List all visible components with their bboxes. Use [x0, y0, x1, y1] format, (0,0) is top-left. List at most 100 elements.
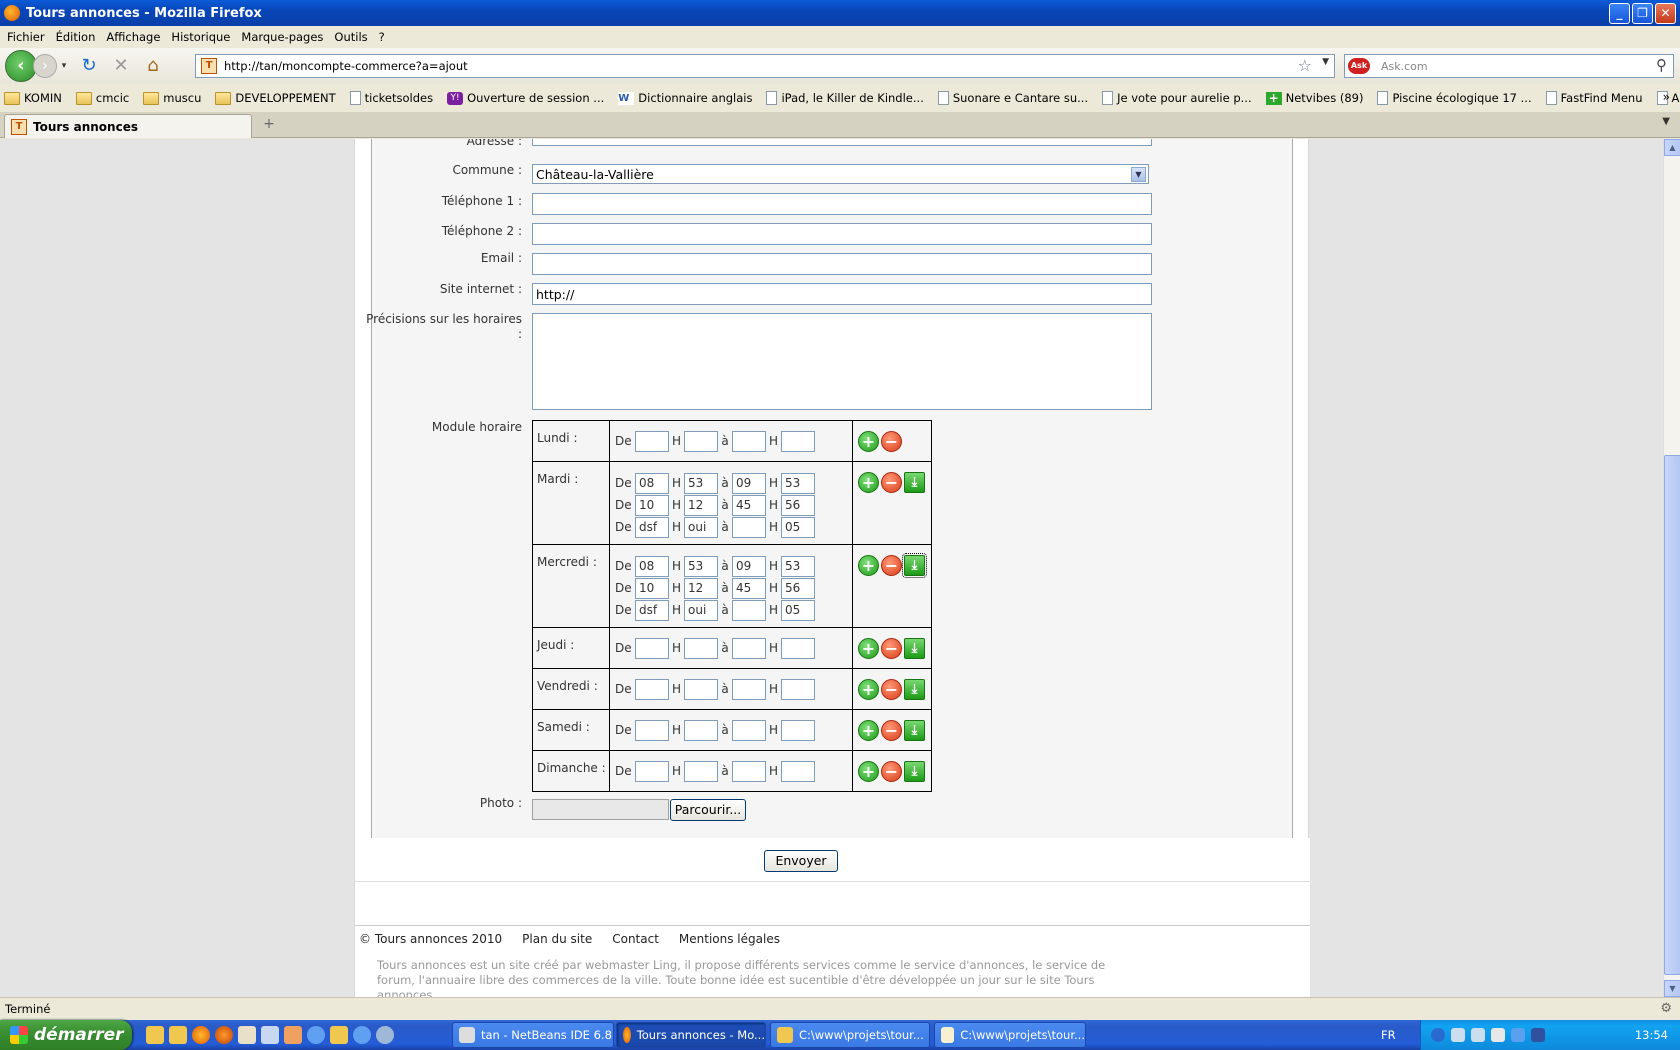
end-minute-input[interactable]: [781, 637, 815, 659]
reload-icon[interactable]: ↻: [77, 54, 101, 78]
chevron-down-icon[interactable]: ▼: [1131, 167, 1146, 182]
remove-slot-icon[interactable]: −: [881, 638, 902, 659]
telephone2-input[interactable]: [532, 223, 1152, 245]
start-minute-input[interactable]: [684, 430, 718, 452]
scroll-up-icon[interactable]: ▲: [1664, 139, 1680, 156]
start-hour-input[interactable]: [635, 719, 669, 741]
bookmark-item[interactable]: muscu: [139, 91, 201, 105]
adresse-input[interactable]: [532, 139, 1152, 146]
end-hour-input[interactable]: [732, 678, 766, 700]
remove-slot-icon[interactable]: −: [881, 679, 902, 700]
tray-app-icon[interactable]: [1511, 1028, 1525, 1042]
firefox-quicklaunch-icon[interactable]: [215, 1026, 233, 1044]
url-bar[interactable]: T http://tan/moncompte-commerce?a=ajout …: [195, 54, 1335, 78]
start-minute-input[interactable]: [684, 637, 718, 659]
bookmark-item[interactable]: Piscine écologique 17 ...: [1373, 91, 1532, 105]
add-slot-icon[interactable]: +: [858, 555, 879, 576]
end-hour-input[interactable]: 45: [732, 577, 766, 599]
add-slot-icon[interactable]: +: [858, 761, 879, 782]
browse-button[interactable]: Parcourir...: [670, 799, 746, 821]
tools-quicklaunch-icon[interactable]: [261, 1026, 279, 1044]
shield-icon[interactable]: [1531, 1028, 1545, 1042]
start-minute-input[interactable]: oui: [684, 599, 718, 621]
start-hour-input[interactable]: [635, 430, 669, 452]
end-hour-input[interactable]: [732, 637, 766, 659]
tray-expand-icon[interactable]: [1431, 1028, 1445, 1042]
bookmark-star-icon[interactable]: ☆: [1298, 56, 1312, 75]
bookmark-item[interactable]: iPad, le Killer de Kindle...: [762, 91, 924, 105]
start-hour-input[interactable]: 08: [635, 472, 669, 494]
firefox-quicklaunch-icon[interactable]: [192, 1026, 210, 1044]
mentions-legales-link[interactable]: Mentions légales: [679, 932, 780, 946]
task-firefox[interactable]: Tours annonces - Mo...: [616, 1022, 766, 1048]
copy-down-icon[interactable]: ⤓: [902, 553, 927, 578]
start-hour-input[interactable]: 10: [635, 494, 669, 516]
precisions-textarea[interactable]: [532, 313, 1152, 410]
start-hour-input[interactable]: dsf: [635, 599, 669, 621]
remove-slot-icon[interactable]: −: [881, 761, 902, 782]
tray-app-icon[interactable]: [1491, 1028, 1505, 1042]
end-minute-input[interactable]: 05: [781, 516, 815, 538]
end-minute-input[interactable]: [781, 430, 815, 452]
end-hour-input[interactable]: [732, 599, 766, 621]
end-hour-input[interactable]: 09: [732, 555, 766, 577]
copy-down-icon[interactable]: ⤓: [904, 761, 925, 782]
end-minute-input[interactable]: 53: [781, 555, 815, 577]
home-icon[interactable]: ⌂: [141, 54, 165, 78]
start-hour-input[interactable]: [635, 760, 669, 782]
ie-quicklaunch-icon[interactable]: [353, 1026, 371, 1044]
end-hour-input[interactable]: [732, 430, 766, 452]
tab-tours-annonces[interactable]: T Tours annonces: [4, 114, 252, 138]
task-explorer[interactable]: C:\www\projets\tour...: [770, 1022, 930, 1048]
remove-slot-icon[interactable]: −: [881, 431, 902, 452]
ie-quicklaunch-icon[interactable]: [307, 1026, 325, 1044]
close-button[interactable]: ✕: [1655, 3, 1676, 24]
copy-down-icon[interactable]: ⤓: [904, 638, 925, 659]
remove-slot-icon[interactable]: −: [881, 555, 902, 576]
add-slot-icon[interactable]: +: [858, 431, 879, 452]
end-hour-input[interactable]: [732, 760, 766, 782]
bookmarks-overflow-icon[interactable]: »: [1663, 90, 1670, 104]
end-minute-input[interactable]: 56: [781, 494, 815, 516]
add-slot-icon[interactable]: +: [858, 720, 879, 741]
remove-slot-icon[interactable]: −: [881, 720, 902, 741]
telephone1-input[interactable]: [532, 193, 1152, 215]
start-minute-input[interactable]: [684, 719, 718, 741]
menu-outils[interactable]: Outils: [334, 30, 367, 44]
add-slot-icon[interactable]: +: [858, 638, 879, 659]
url-dropdown-icon[interactable]: ▼: [1322, 57, 1329, 67]
plan-du-site-link[interactable]: Plan du site: [522, 932, 592, 946]
end-hour-input[interactable]: 09: [732, 472, 766, 494]
start-hour-input[interactable]: 08: [635, 555, 669, 577]
add-slot-icon[interactable]: +: [858, 472, 879, 493]
folder-quicklaunch-icon[interactable]: [169, 1026, 187, 1044]
copy-down-icon[interactable]: ⤓: [904, 720, 925, 741]
site-internet-input[interactable]: http://: [532, 283, 1152, 305]
bookmark-item[interactable]: DEVELOPPEMENT: [211, 91, 336, 105]
menu-help[interactable]: ?: [379, 30, 385, 44]
app-quicklaunch-icon[interactable]: [284, 1026, 302, 1044]
bookmark-item[interactable]: Y! Ouverture de session ...: [443, 91, 604, 105]
commune-select[interactable]: Château-la-Vallière ▼: [532, 164, 1149, 184]
search-icon[interactable]: ⚲: [1656, 56, 1667, 74]
contact-link[interactable]: Contact: [612, 932, 659, 946]
menu-affichage[interactable]: Affichage: [106, 30, 160, 44]
bookmark-item[interactable]: W Dictionnaire anglais: [614, 91, 752, 105]
language-indicator[interactable]: FR: [1381, 1028, 1396, 1042]
scroll-down-icon[interactable]: ▼: [1664, 980, 1680, 997]
start-minute-input[interactable]: [684, 760, 718, 782]
stop-icon[interactable]: ✕: [109, 54, 133, 78]
globe-quicklaunch-icon[interactable]: [376, 1026, 394, 1044]
start-minute-input[interactable]: [684, 678, 718, 700]
end-minute-input[interactable]: [781, 678, 815, 700]
photo-file-input[interactable]: [532, 799, 669, 820]
addon-gear-icon[interactable]: ⚙: [1660, 1001, 1672, 1016]
end-minute-input[interactable]: 53: [781, 472, 815, 494]
start-minute-input[interactable]: 12: [684, 577, 718, 599]
end-minute-input[interactable]: [781, 719, 815, 741]
add-slot-icon[interactable]: +: [858, 679, 879, 700]
task-editor[interactable]: C:\www\projets\tour...: [934, 1022, 1086, 1048]
bookmark-item[interactable]: FastFind Menu: [1542, 91, 1643, 105]
start-hour-input[interactable]: dsf: [635, 516, 669, 538]
end-hour-input[interactable]: [732, 719, 766, 741]
